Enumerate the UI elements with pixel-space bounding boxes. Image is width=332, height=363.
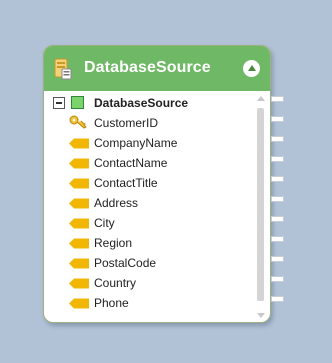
field-icon bbox=[69, 138, 89, 149]
scroll-up-arrow-icon[interactable] bbox=[257, 96, 265, 101]
output-port[interactable] bbox=[271, 176, 284, 182]
output-port-root[interactable] bbox=[271, 96, 284, 102]
field-icon bbox=[69, 178, 89, 189]
table-icon bbox=[71, 96, 84, 109]
field-icon bbox=[69, 218, 89, 229]
field-tree: DatabaseSource CustomerID CompanyName Co… bbox=[44, 91, 256, 322]
field-label: Address bbox=[94, 196, 139, 210]
field-label: Phone bbox=[94, 296, 129, 310]
output-port[interactable] bbox=[271, 296, 284, 302]
vertical-scrollbar[interactable] bbox=[256, 96, 266, 318]
tree-field-row[interactable]: CompanyName bbox=[44, 133, 254, 153]
database-source-node[interactable]: DatabaseSource DatabaseSource CustomerID… bbox=[43, 45, 271, 323]
field-icon bbox=[69, 158, 89, 169]
tree-field-row[interactable]: Address bbox=[44, 193, 254, 213]
field-icon bbox=[69, 238, 89, 249]
field-icon bbox=[69, 298, 89, 309]
output-port[interactable] bbox=[271, 256, 284, 262]
collapse-up-icon[interactable] bbox=[243, 60, 260, 77]
output-port[interactable] bbox=[271, 276, 284, 282]
tree-field-row[interactable]: PostalCode bbox=[44, 253, 254, 273]
field-label: CustomerID bbox=[94, 116, 159, 130]
tree-field-row[interactable]: ContactTitle bbox=[44, 173, 254, 193]
output-port[interactable] bbox=[271, 116, 284, 122]
tree-field-row[interactable]: City bbox=[44, 213, 254, 233]
tree-field-row[interactable]: Country bbox=[44, 273, 254, 293]
minus-expander-icon[interactable] bbox=[53, 97, 65, 109]
key-icon bbox=[69, 115, 87, 129]
tree-field-row[interactable]: CustomerID bbox=[44, 113, 254, 133]
field-icon bbox=[69, 278, 89, 289]
field-label: Region bbox=[94, 236, 133, 250]
tree-root-row[interactable]: DatabaseSource bbox=[44, 93, 254, 113]
tree-field-row[interactable]: ContactName bbox=[44, 153, 254, 173]
tree-field-row[interactable]: Phone bbox=[44, 293, 254, 313]
output-port[interactable] bbox=[271, 216, 284, 222]
scroll-down-arrow-icon[interactable] bbox=[257, 313, 265, 318]
tree-root-label: DatabaseSource bbox=[94, 96, 189, 110]
field-label: City bbox=[94, 216, 115, 230]
field-label: PostalCode bbox=[94, 256, 157, 270]
node-title: DatabaseSource bbox=[84, 59, 211, 76]
tree-field-row[interactable]: Region bbox=[44, 233, 254, 253]
node-header[interactable]: DatabaseSource bbox=[44, 46, 270, 91]
scroll-thumb[interactable] bbox=[257, 108, 264, 301]
field-label: ContactName bbox=[94, 156, 168, 170]
field-label: ContactTitle bbox=[94, 176, 158, 190]
output-port[interactable] bbox=[271, 156, 284, 162]
output-port[interactable] bbox=[271, 196, 284, 202]
field-label: CompanyName bbox=[94, 136, 178, 150]
output-port[interactable] bbox=[271, 236, 284, 242]
output-port[interactable] bbox=[271, 136, 284, 142]
database-icon bbox=[54, 58, 72, 80]
field-label: Country bbox=[94, 276, 137, 290]
field-icon bbox=[69, 198, 89, 209]
field-icon bbox=[69, 258, 89, 269]
